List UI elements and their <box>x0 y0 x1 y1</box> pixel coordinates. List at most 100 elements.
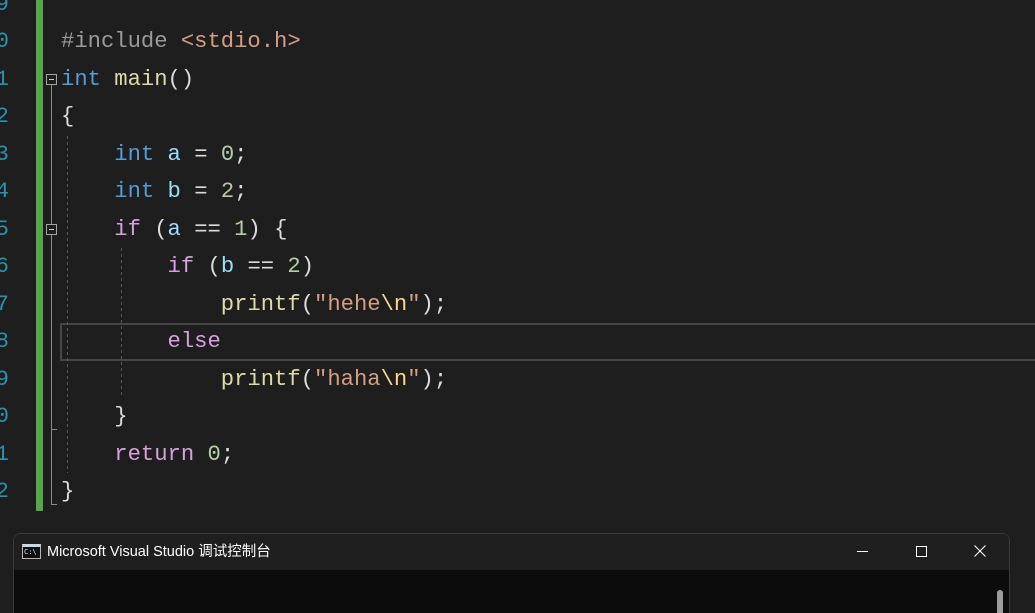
operator: == <box>234 254 288 280</box>
punctuation: } <box>114 404 128 430</box>
code-line[interactable]: if (a == 1) { <box>61 211 447 249</box>
punctuation: ( <box>140 216 168 242</box>
number-literal: 0 <box>207 441 221 467</box>
code-line[interactable]: else <box>61 323 447 361</box>
punctuation: ; <box>234 141 248 167</box>
punctuation: ( <box>194 254 221 280</box>
line-number: 2 <box>0 479 9 505</box>
number-literal: 1 <box>234 216 248 242</box>
punctuation: ( <box>300 291 314 317</box>
close-button[interactable] <box>957 534 1003 570</box>
line-number: 9 <box>0 366 9 392</box>
line-number: 1 <box>0 441 9 467</box>
debug-console-window: C:\ Microsoft Visual Studio 调试控制台 <box>13 533 1010 613</box>
operator: = <box>180 141 221 167</box>
line-number: 0 <box>0 29 9 55</box>
console-app-icon: C:\ <box>22 544 41 559</box>
close-icon <box>974 545 986 557</box>
string-literal: " <box>407 366 421 392</box>
collapse-if-block-icon[interactable] <box>46 224 57 235</box>
code-line[interactable] <box>61 0 447 23</box>
line-number: 6 <box>0 254 9 280</box>
line-number: 8 <box>0 329 9 355</box>
maximize-icon <box>916 546 927 557</box>
include-header: <stdio.h> <box>180 29 301 55</box>
line-number: 4 <box>0 179 9 205</box>
variable-name: a <box>167 141 181 167</box>
outline-region-end <box>51 504 57 505</box>
console-output-area[interactable] <box>14 570 1009 613</box>
punctuation: ) { <box>247 216 288 242</box>
outline-region-line <box>51 85 52 505</box>
code-line[interactable]: return 0; <box>61 436 447 474</box>
punctuation: ; <box>234 179 248 205</box>
keyword: int <box>61 66 101 92</box>
console-title: Microsoft Visual Studio 调试控制台 <box>47 544 271 560</box>
operator: = <box>180 179 221 205</box>
change-indicator-bar <box>36 0 43 511</box>
code-line[interactable]: if (b == 2) <box>61 248 447 286</box>
code-area[interactable]: #include <stdio.h> int main() { int a = … <box>61 0 447 511</box>
console-scrollbar[interactable] <box>988 570 1008 613</box>
keyword: int <box>114 141 155 167</box>
line-number: 7 <box>0 291 9 317</box>
operator: == <box>180 216 235 242</box>
line-number: 2 <box>0 104 9 130</box>
function-name: printf <box>220 291 301 317</box>
string-literal: "hehe <box>314 291 381 317</box>
line-number: 9 <box>0 0 9 17</box>
punctuation: ( <box>300 366 314 392</box>
variable-name: b <box>220 254 235 280</box>
function-name: main <box>114 66 168 92</box>
collapse-main-block-icon[interactable] <box>46 74 57 85</box>
variable-name: b <box>167 179 181 205</box>
control-keyword: if <box>114 216 141 242</box>
maximize-button[interactable] <box>898 534 944 570</box>
function-name: printf <box>220 366 301 392</box>
escape-sequence: \n <box>380 291 408 317</box>
code-editor[interactable]: 9 0 1 2 3 4 5 6 7 8 9 0 1 2 #include <st… <box>0 0 1035 613</box>
punctuation: } <box>61 479 75 505</box>
outline-region-end <box>51 429 57 430</box>
keyword: int <box>114 179 155 205</box>
code-line[interactable]: #include <stdio.h> <box>61 23 447 61</box>
code-line[interactable]: printf("hehe\n"); <box>61 286 447 324</box>
line-number-gutter: 9 0 1 2 3 4 5 6 7 8 9 0 1 2 <box>0 0 9 511</box>
control-keyword: else <box>167 329 221 355</box>
code-line[interactable]: int b = 2; <box>61 173 447 211</box>
console-title-bar[interactable]: C:\ Microsoft Visual Studio 调试控制台 <box>14 534 1009 570</box>
string-literal: " <box>407 291 421 317</box>
escape-sequence: \n <box>380 366 408 392</box>
line-number: 3 <box>0 141 9 167</box>
line-number: 0 <box>0 404 9 430</box>
punctuation: ); <box>420 366 448 392</box>
punctuation: ) <box>300 254 315 280</box>
punctuation: ; <box>220 441 235 467</box>
punctuation: { <box>61 104 75 130</box>
minus-icon <box>49 229 54 230</box>
code-line[interactable]: } <box>61 473 447 511</box>
minimize-button[interactable] <box>839 534 885 570</box>
code-line[interactable]: } <box>61 398 447 436</box>
code-line[interactable]: int a = 0; <box>61 136 447 174</box>
string-literal: "haha <box>314 366 381 392</box>
punctuation: () <box>167 66 195 92</box>
line-number: 1 <box>0 66 9 92</box>
code-line[interactable]: { <box>61 98 447 136</box>
scrollbar-thumb[interactable] <box>997 590 1003 613</box>
code-line[interactable]: int main() <box>61 61 447 99</box>
preprocessor-directive: #include <box>61 29 168 55</box>
code-line[interactable]: printf("haha\n"); <box>61 361 447 399</box>
variable-name: a <box>167 216 181 242</box>
